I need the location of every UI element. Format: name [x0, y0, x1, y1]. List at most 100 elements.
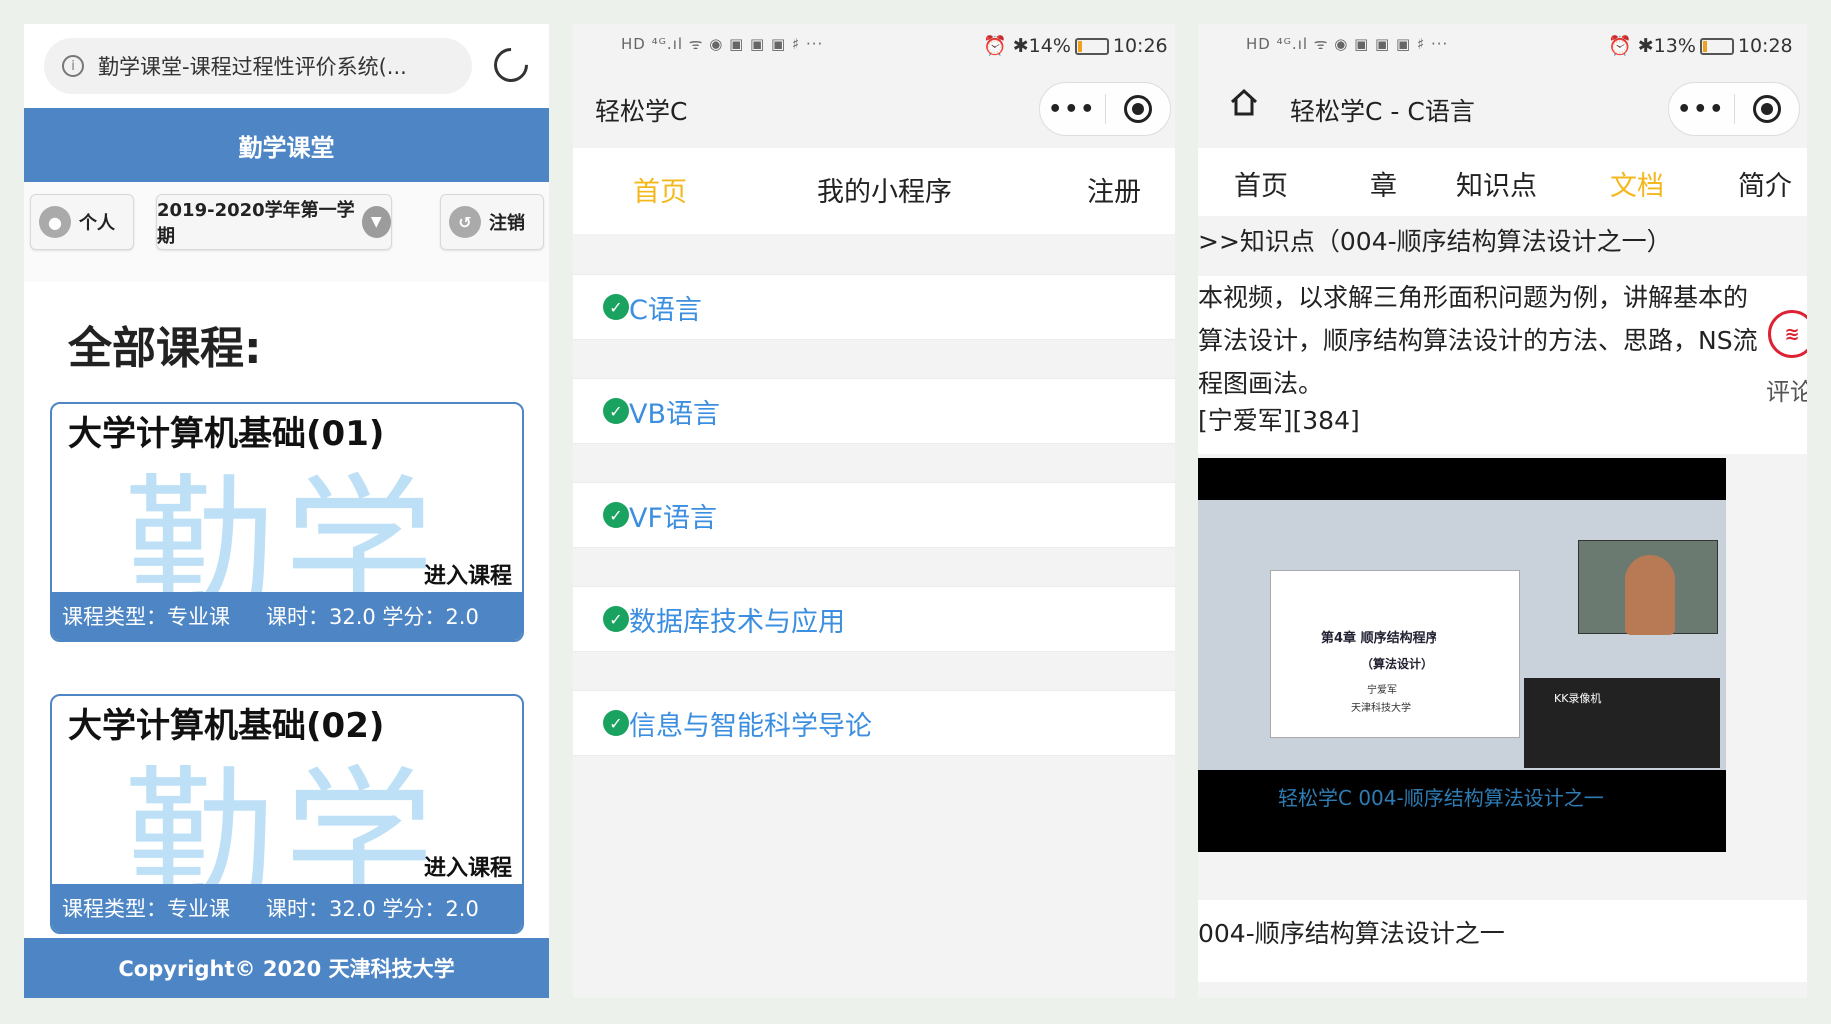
- tab-chapter[interactable]: 章: [1370, 164, 1397, 203]
- course-info-bar: 课程类型：专业课 课时：32.0 学分：2.0: [52, 884, 522, 932]
- site-title: 勤学课堂: [238, 133, 335, 162]
- play-icon[interactable]: [1436, 600, 1476, 650]
- course-name: 信息与智能科学导论: [629, 710, 872, 742]
- video-player[interactable]: 第4章 顺序结构程序 （算法设计） 宁爱军 天津科技大学 KK录像机 09:20…: [1198, 458, 1726, 852]
- recorder-label: KK录像机: [1554, 692, 1602, 705]
- user-icon: ●: [39, 206, 71, 238]
- slide-title: 第4章 顺序结构程序: [1321, 631, 1439, 646]
- close-miniprogram-button[interactable]: [1735, 95, 1800, 123]
- bluetooth-icon: ✱: [1012, 35, 1029, 57]
- logout-label: 注销: [489, 213, 525, 234]
- tab-knowledge-point[interactable]: 知识点: [1456, 164, 1537, 203]
- app-titlebar: 轻松学C •••: [573, 70, 1175, 148]
- status-right: ⏰ ✱13% 10:28: [1608, 34, 1793, 57]
- tab-documents[interactable]: 文档: [1610, 164, 1664, 203]
- enter-course-link[interactable]: 进入课程: [424, 558, 512, 590]
- semester-select[interactable]: 2019-2020学年第一学期 ▼: [156, 194, 392, 250]
- qinxue-web-panel: i 勤学课堂-课程过程性评价系统(... 勤学课堂 ● 个人 2019-2020…: [24, 24, 549, 998]
- course-card[interactable]: 勤学 大学计算机基础(02) 进入课程 课程类型：专业课 课时：32.0 学分：…: [50, 694, 524, 934]
- battery-icon: [1074, 38, 1109, 55]
- status-bar: HD ⁴ᴳ.ıl ᯤ ◉ ▣ ▣ ▣ ♯ ··· ⏰ ✱14% 10:26: [573, 24, 1175, 70]
- capsule-menu: •••: [1039, 82, 1171, 136]
- breadcrumb: >>知识点（004-顺序结构算法设计之一）: [1198, 216, 1807, 276]
- logout-button[interactable]: ↺ 注销: [440, 194, 544, 250]
- course-card[interactable]: 勤学 大学计算机基础(01) 进入课程 课程类型：专业课 课时：32.0 学分：…: [50, 402, 524, 642]
- semester-value: 2019-2020学年第一学期: [157, 200, 355, 247]
- home-icon[interactable]: [1228, 86, 1260, 118]
- slide-thumbnail: 第4章 顺序结构程序 （算法设计） 宁爱军 天津科技大学: [1270, 570, 1520, 738]
- battery-fill: [1077, 41, 1082, 52]
- comment-label[interactable]: 评论: [1766, 372, 1807, 407]
- status-bar: HD ⁴ᴳ.ıl ᯤ ◉ ▣ ▣ ▣ ♯ ··· ⏰ ✱13% 10:28: [1198, 24, 1807, 70]
- check-icon: ✓: [603, 294, 629, 320]
- course-hours: 课时：32.0 学分：2.0: [266, 605, 479, 629]
- site-header: 勤学课堂: [24, 108, 549, 182]
- comment-icon[interactable]: ≋: [1768, 310, 1807, 358]
- course-list-area: 全部课程: 勤学 大学计算机基础(01) 进入课程 课程类型：专业课 课时：32…: [24, 282, 549, 938]
- list-item[interactable]: ✓ C语言: [573, 274, 1175, 340]
- clock: 10:28: [1737, 35, 1793, 57]
- battery-fill: [1702, 41, 1707, 52]
- webcam-overlay: [1578, 540, 1718, 635]
- list-item[interactable]: ✓ 信息与智能科学导论: [573, 690, 1175, 756]
- close-circle-icon: [1123, 95, 1152, 123]
- tab-home[interactable]: 首页: [1234, 164, 1288, 203]
- app-titlebar: 轻松学C - C语言 •••: [1198, 70, 1807, 148]
- lesson-description: 本视频，以求解三角形面积问题为例，讲解基本的算法设计，顺序结构算法设计的方法、思…: [1198, 276, 1807, 454]
- slide-subtitle: （算法设计）: [1361, 657, 1434, 671]
- video-caption: 轻松学C 004-顺序结构算法设计之一: [1278, 786, 1604, 810]
- url-text: 勤学课堂-课程过程性评价系统(...: [98, 55, 407, 79]
- enter-course-link[interactable]: 进入课程: [424, 850, 512, 882]
- list-item[interactable]: ✓ VF语言: [573, 482, 1175, 548]
- chevron-down-icon: ▼: [361, 206, 391, 238]
- slide-school: 天津科技大学: [1351, 703, 1411, 714]
- alarm-icon: ⏰: [1608, 35, 1632, 57]
- course-type: 课程类型：专业课: [62, 897, 230, 921]
- tab-bar: 首页 我的小程序 注册: [573, 148, 1175, 234]
- list-item[interactable]: ✓ 数据库技术与应用: [573, 586, 1175, 652]
- info-icon[interactable]: i: [62, 55, 84, 77]
- tab-bar: 首页 章 知识点 文档 简介: [1198, 148, 1807, 216]
- tab-home[interactable]: 首页: [633, 170, 687, 209]
- course-name: 数据库技术与应用: [629, 606, 845, 638]
- slide-author: 宁爱军: [1367, 685, 1397, 696]
- battery-percent: 13%: [1653, 35, 1696, 57]
- course-info-bar: 课程类型：专业课 课时：32.0 学分：2.0: [52, 592, 522, 640]
- url-field[interactable]: i 勤学课堂-课程过程性评价系统(...: [44, 38, 472, 94]
- reload-icon[interactable]: [486, 40, 536, 90]
- presenter-image: [1625, 555, 1675, 635]
- tab-my-miniprograms[interactable]: 我的小程序: [817, 170, 952, 209]
- miniprogram-lesson-panel: HD ⁴ᴳ.ıl ᯤ ◉ ▣ ▣ ▣ ♯ ··· ⏰ ✱13% 10:28 轻松学…: [1198, 24, 1807, 998]
- course-title: 大学计算机基础(02): [68, 706, 385, 746]
- course-type: 课程类型：专业课: [62, 605, 230, 629]
- battery-percent: 14%: [1028, 35, 1071, 57]
- alarm-icon: ⏰: [983, 35, 1007, 57]
- check-icon: ✓: [603, 502, 629, 528]
- personal-label: 个人: [79, 213, 115, 234]
- section-title: 全部课程:: [68, 323, 262, 374]
- recorder-window: KK录像机: [1524, 678, 1720, 768]
- browser-address-bar: i 勤学课堂-课程过程性评价系统(...: [24, 24, 549, 108]
- close-circle-icon: [1752, 95, 1781, 123]
- status-right: ⏰ ✱14% 10:26: [983, 34, 1168, 57]
- check-icon: ✓: [603, 710, 629, 736]
- course-title: 大学计算机基础(01): [68, 414, 385, 454]
- more-button[interactable]: •••: [1669, 97, 1734, 122]
- tab-register[interactable]: 注册: [1087, 170, 1141, 209]
- course-name: VF语言: [629, 502, 718, 534]
- personal-button[interactable]: ● 个人: [30, 194, 134, 250]
- list-item[interactable]: ✓ VB语言: [573, 378, 1175, 444]
- copyright-text: Copyright© 2020 天津科技大学: [118, 957, 455, 981]
- status-icons: HD ⁴ᴳ.ıl ᯤ ◉ ▣ ▣ ▣ ♯ ···: [621, 35, 824, 53]
- course-hours: 课时：32.0 学分：2.0: [266, 897, 479, 921]
- miniprogram-home-panel: HD ⁴ᴳ.ıl ᯤ ◉ ▣ ▣ ▣ ♯ ··· ⏰ ✱14% 10:26 轻松学…: [573, 24, 1175, 998]
- check-icon: ✓: [603, 606, 629, 632]
- description-text: 本视频，以求解三角形面积问题为例，讲解基本的算法设计，顺序结构算法设计的方法、思…: [1198, 283, 1758, 398]
- more-button[interactable]: •••: [1040, 97, 1105, 122]
- user-toolbar: ● 个人 2019-2020学年第一学期 ▼ ↺ 注销: [24, 182, 549, 282]
- close-miniprogram-button[interactable]: [1106, 95, 1171, 123]
- author-info: [宁爱军][384]: [1198, 406, 1360, 435]
- course-name: VB语言: [629, 398, 720, 430]
- tab-intro[interactable]: 简介: [1738, 164, 1792, 203]
- capsule-menu: •••: [1668, 82, 1800, 136]
